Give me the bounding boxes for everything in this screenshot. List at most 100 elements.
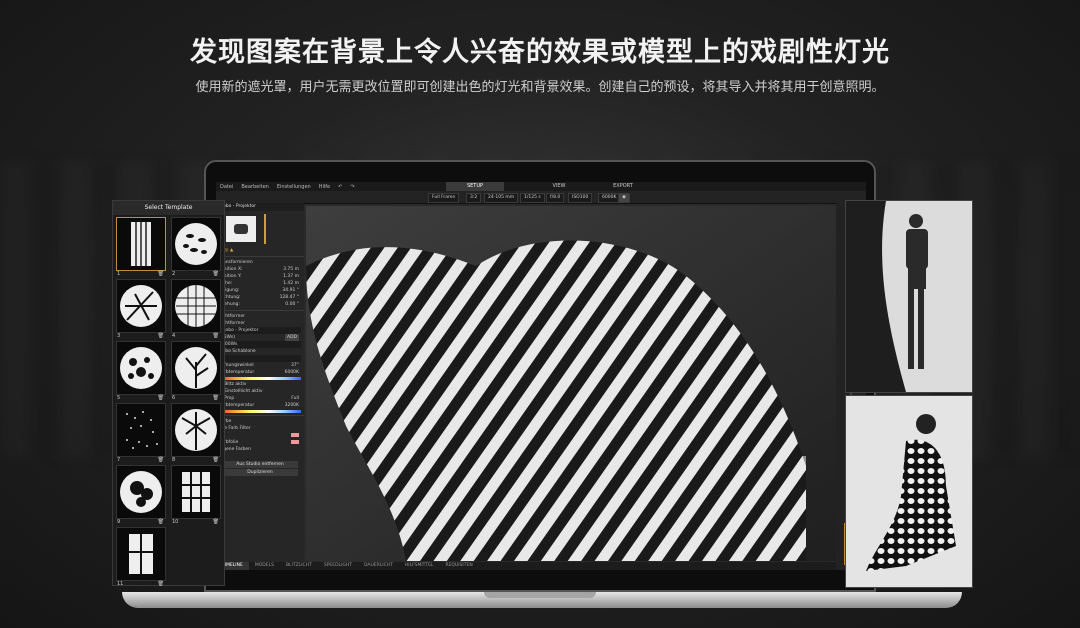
template-thumb-window-grid <box>171 465 221 519</box>
template-thumb-dots <box>116 403 166 457</box>
tab-tools[interactable]: HILFSMITTEL <box>399 562 440 570</box>
redo-icon[interactable]: ↷ <box>350 184 354 190</box>
template-panel: Select Template 1 🗑 2 🗑 3 🗑 4 🗑 5 🗑 6 🗑 … <box>112 200 225 589</box>
standing-model-image <box>846 201 972 392</box>
panel-icons: ⚙ ◎ ▲ <box>219 248 234 253</box>
sample-photo-sitting <box>845 395 973 588</box>
field-position-y[interactable]: Position Y: 1.37 m <box>216 273 304 280</box>
section-light-shaper[interactable]: Lichtformer <box>216 313 304 320</box>
template-item[interactable]: 8 🗑 <box>171 403 221 465</box>
trash-icon[interactable]: 🗑 <box>213 333 219 339</box>
trash-icon[interactable]: 🗑 <box>213 271 219 277</box>
template-item[interactable]: 5 🗑 <box>116 341 166 403</box>
template-item[interactable]: 9 🗑 <box>116 465 166 527</box>
flash-active-checkbox[interactable]: ✔ Blitz aktiv <box>216 381 304 388</box>
trash-icon[interactable]: 🗑 <box>158 457 164 463</box>
tab-speedlight[interactable]: SPEEDLIGHT <box>318 562 358 570</box>
template-thumb-bush <box>116 465 166 519</box>
filter-label: Lee Farb Filter <box>219 426 251 431</box>
menu-help[interactable]: Hilfe <box>319 184 330 190</box>
zebra-light-photo <box>306 206 836 561</box>
section-transform[interactable]: Transformieren <box>216 259 304 266</box>
undo-icon[interactable]: ↶ <box>338 184 342 190</box>
trash-icon[interactable]: 🗑 <box>158 271 164 277</box>
template-item[interactable]: 3 🗑 <box>116 279 166 341</box>
temp2-row[interactable]: Farbtemperatur 3200K <box>216 402 304 409</box>
temp-row[interactable]: Farbtemperatur 6000K <box>216 369 304 376</box>
template-thumb-tree <box>171 341 221 395</box>
light-shaper-select[interactable]: Gobo - Projektor <box>219 327 301 334</box>
template-thumb-lattice <box>171 279 221 333</box>
temperature2-slider[interactable] <box>219 410 301 413</box>
temperature-slider[interactable] <box>219 377 301 380</box>
main-render-view[interactable] <box>306 206 836 561</box>
template-item[interactable]: 2 🗑 <box>171 217 221 279</box>
camera-icon[interactable]: ◉ <box>618 193 630 203</box>
trash-icon[interactable]: 🗑 <box>158 333 164 339</box>
tab-models[interactable]: MODELS <box>249 562 280 570</box>
menu-settings[interactable]: Einstellungen <box>277 184 311 190</box>
frame-select[interactable]: Full Frame <box>428 193 460 203</box>
projector-thumbnail <box>226 216 256 242</box>
bottom-tab-bar: TIMELINE MODELS BLITZLICHT SPEEDLIGHT DA… <box>216 562 836 570</box>
tab-flash[interactable]: BLITZLICHT <box>280 562 318 570</box>
trash-icon[interactable]: 🗑 <box>213 395 219 401</box>
template-item[interactable]: 7 🗑 <box>116 403 166 465</box>
hero-subtitle: 使用新的遮光罩，用户无需更改位置即可创建出色的灯光和背景效果。创建自己的预设，将… <box>195 80 885 95</box>
light-shaper-item[interactable]: Lichtformer <box>216 320 304 327</box>
ratio-select[interactable]: 3:2 <box>466 193 482 203</box>
menu-edit[interactable]: Bearbeiten <box>241 184 268 190</box>
template-thumb-foliage <box>116 341 166 395</box>
power-slider[interactable] <box>264 214 266 244</box>
template-panel-title: Select Template <box>113 201 224 215</box>
field-height[interactable]: Höhe: 1.42 m <box>216 280 304 287</box>
hero-title: 发现图案在背景上令人兴奋的效果或模型上的戏剧性灯光 <box>190 37 890 68</box>
camera-toolbar: Full Frame 3:2 24-105 mm 1/125 s f/8.0 I… <box>216 191 866 204</box>
lens-select[interactable]: 24-105 mm <box>484 193 519 203</box>
menu-file[interactable]: Datei <box>220 184 233 190</box>
field-direction[interactable]: Richtung: 128.47 ° <box>216 294 304 301</box>
prop-row[interactable]: ✔ PropFull <box>216 395 304 402</box>
tab-setup[interactable]: SETUP <box>446 182 504 191</box>
menu-bar: Datei Bearbeiten Einstellungen Hilfe ↶ ↷… <box>216 182 866 191</box>
template-item[interactable]: 6 🗑 <box>171 341 221 403</box>
custom-colors[interactable]: Eigene Farben <box>216 446 304 453</box>
remove-from-studio-button[interactable]: Aus Studio entfernen <box>222 461 298 468</box>
modeling-light-checkbox[interactable]: ✔ Einstelllicht aktiv <box>216 388 304 395</box>
angle-row[interactable]: Öffnungswinkel 37° <box>216 362 304 369</box>
iso-select[interactable]: ISO100 <box>568 193 593 203</box>
tab-continuous[interactable]: DAUERLICHT <box>358 562 399 570</box>
template-item[interactable]: 4 🗑 <box>171 279 221 341</box>
template-item[interactable]: 1 🗑 <box>116 217 166 279</box>
sitting-model-image <box>846 396 972 587</box>
aperture-select[interactable]: f/8.0 <box>546 193 565 203</box>
template-thumb-palm <box>171 403 221 457</box>
trash-icon[interactable]: 🗑 <box>158 519 164 525</box>
add-button[interactable]: ADD <box>284 334 299 341</box>
app-screen: Datei Bearbeiten Einstellungen Hilfe ↶ ↷… <box>216 182 866 570</box>
gobo-select[interactable]: 1 <box>219 355 301 362</box>
tab-view[interactable]: VIEW <box>530 182 588 191</box>
tab-props[interactable]: REQUISITEN <box>439 562 478 570</box>
trash-icon[interactable]: 🗑 <box>158 395 164 401</box>
light-properties-panel: Frobo - Projektor ⚙ ◎ ▲ Transformieren P… <box>216 203 304 570</box>
field-rotation[interactable]: Drehung: 0.00 ° <box>216 301 304 308</box>
filter-select[interactable]: — <box>216 432 304 439</box>
color-section[interactable]: Farbe <box>216 418 304 425</box>
sample-photo-standing <box>845 200 973 393</box>
field-tilt[interactable]: Neigung: 34.91 ° <box>216 287 304 294</box>
trash-icon[interactable]: 🗑 <box>213 519 219 525</box>
template-item[interactable]: 11 🗑 <box>116 527 166 589</box>
shutter-select[interactable]: 1/125 s <box>520 193 545 203</box>
ws-select[interactable]: 500Ws <box>219 341 301 348</box>
field-position-x[interactable]: Position X: 3.75 m <box>216 266 304 273</box>
trash-icon[interactable]: 🗑 <box>158 581 164 587</box>
template-item[interactable]: 10 🗑 <box>171 465 221 527</box>
add-icon[interactable]: + <box>216 453 304 460</box>
color-foil-row[interactable]: Farbfolie <box>216 439 304 446</box>
duplicate-button[interactable]: Duplizieren <box>222 469 298 476</box>
tab-export[interactable]: EXPORT <box>594 182 652 191</box>
power-row: (25Ws) ADD <box>219 334 299 341</box>
laptop-notch <box>484 592 596 598</box>
trash-icon[interactable]: 🗑 <box>213 457 219 463</box>
